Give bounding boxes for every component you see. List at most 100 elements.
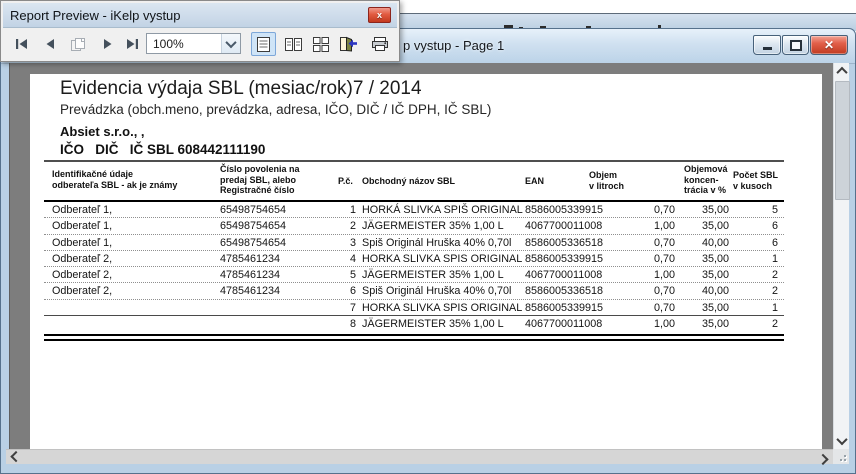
cell-row-number: 8	[324, 318, 356, 330]
cell-permit-number: 65498754654	[220, 220, 286, 232]
report-page: Evidencia výdaja SBL (mesiac/rok)7 / 201…	[30, 74, 822, 449]
chevron-down-icon	[225, 36, 236, 47]
table-row: Odberateľ 2, 4785461234 6 Spiš Originál …	[44, 283, 784, 299]
single-page-view-button[interactable]	[251, 32, 276, 56]
header-concentration: Objemová koncen- trácia v %	[684, 164, 728, 196]
cell-row-number: 3	[324, 237, 356, 249]
zoom-combobox[interactable]: 100%	[146, 33, 241, 54]
cell-row-number: 1	[324, 204, 356, 216]
previous-page-button[interactable]	[39, 32, 61, 56]
cell-count: 6	[724, 220, 778, 232]
four-page-view-button[interactable]	[308, 32, 333, 56]
grip-dot	[844, 459, 846, 461]
cell-concentration: 35,00	[673, 302, 729, 314]
restore-icon	[790, 40, 802, 51]
header-product-name: Obchodný názov SBL	[362, 176, 455, 187]
chevron-up-icon	[836, 67, 847, 78]
close-button[interactable]: ✕	[810, 35, 848, 55]
header-permit-number: Číslo povolenia na predaj SBL, alebo Reg…	[220, 164, 300, 196]
preview-window-title: Report Preview - iKelp vystup	[3, 8, 181, 23]
last-page-button[interactable]	[121, 32, 143, 56]
table-bottom-double-rule	[44, 334, 784, 341]
cell-ean: 8586005339915	[525, 204, 603, 216]
preview-close-button[interactable]: x	[368, 7, 391, 23]
single-page-view-icon	[256, 36, 271, 53]
main-window-title: p vystup - Page 1	[403, 38, 504, 53]
scroll-up-button[interactable]	[834, 63, 850, 79]
chevron-right-icon	[817, 453, 828, 464]
table-row: Odberateľ 2, 4785461234 5 JÄGERMEISTER 3…	[44, 267, 784, 283]
cell-product-name: Spiš Originál Hruška 40% 0,70l	[362, 285, 511, 297]
restore-button[interactable]	[782, 35, 809, 55]
vertical-scrollbar-thumb[interactable]	[835, 81, 850, 200]
cell-ean: 8586005339915	[525, 302, 603, 314]
resize-grip[interactable]	[833, 449, 849, 464]
close-preview-button[interactable]	[336, 32, 360, 56]
cell-permit-number: 4785461234	[220, 253, 280, 265]
cell-concentration: 35,00	[673, 269, 729, 281]
cell-count: 2	[724, 318, 778, 330]
two-page-view-button[interactable]	[281, 32, 306, 56]
cell-permit-number: 65498754654	[220, 204, 286, 216]
cell-row-number: 5	[324, 269, 356, 281]
chevron-down-icon	[836, 434, 847, 445]
chevron-left-icon	[10, 450, 21, 461]
table-row: Odberateľ 1, 65498754654 3 Spiš Originál…	[44, 235, 784, 251]
report-subtitle: Prevádzka (obch.meno, prevádzka, adresa,…	[60, 102, 491, 117]
cell-row-number: 6	[324, 285, 356, 297]
next-page-button[interactable]	[97, 32, 119, 56]
preview-titlebar[interactable]: Report Preview - iKelp vystup x	[3, 3, 397, 28]
copy-page-button[interactable]	[65, 32, 91, 56]
printer-icon	[370, 36, 390, 52]
scroll-down-button[interactable]	[834, 433, 850, 449]
cell-product-name: JÄGERMEISTER 35% 1,00 L	[362, 220, 504, 232]
cell-concentration: 35,00	[673, 253, 729, 265]
cell-customer: Odberateľ 2,	[52, 269, 112, 281]
cell-concentration: 35,00	[673, 318, 729, 330]
cell-customer: Odberateľ 1,	[52, 220, 112, 232]
cell-volume: 0,70	[604, 253, 675, 265]
combobox-dropdown-button[interactable]	[221, 34, 240, 53]
cell-product-name: HORKA SLIVKA SPIS ORIGINAL	[362, 302, 522, 314]
close-icon: x	[377, 11, 382, 20]
header-count: Počet SBL v kusoch	[733, 170, 778, 191]
header-ean: EAN	[525, 176, 544, 187]
report-company-line: Absiet s.r.o., ,	[60, 124, 145, 139]
cell-concentration: 40,00	[673, 237, 729, 249]
vertical-scrollbar[interactable]	[833, 63, 849, 449]
cell-customer: Odberateľ 1,	[52, 237, 112, 249]
cell-volume: 0,70	[604, 285, 675, 297]
header-volume: Objem v litroch	[589, 170, 624, 191]
cell-permit-number: 4785461234	[220, 285, 280, 297]
last-page-icon	[125, 38, 139, 50]
horizontal-scrollbar[interactable]	[6, 449, 833, 464]
cell-count: 2	[724, 269, 778, 281]
cell-product-name: JÄGERMEISTER 35% 1,00 L	[362, 269, 504, 281]
cell-count: 6	[724, 237, 778, 249]
header-row-number: P.č.	[338, 176, 353, 187]
scroll-left-button[interactable]	[8, 450, 24, 465]
print-button[interactable]	[367, 32, 393, 56]
scroll-right-button[interactable]	[815, 450, 831, 465]
minimize-icon	[763, 47, 772, 50]
two-page-view-icon	[284, 37, 303, 52]
cell-count: 1	[724, 253, 778, 265]
report-table: Identifikačné údaje odberateľa SBL - ak …	[44, 160, 784, 341]
cell-concentration: 35,00	[673, 204, 729, 216]
cell-row-number: 4	[324, 253, 356, 265]
cell-volume: 0,70	[604, 204, 675, 216]
four-page-view-icon	[312, 36, 330, 53]
first-page-button[interactable]	[11, 32, 33, 56]
cell-permit-number: 4785461234	[220, 269, 280, 281]
cell-count: 5	[724, 204, 778, 216]
cell-permit-number: 65498754654	[220, 237, 286, 249]
cell-customer: Odberateľ 2,	[52, 253, 112, 265]
cell-product-name: Spiš Originál Hruška 40% 0,70l	[362, 237, 511, 249]
cell-volume: 1,00	[604, 220, 675, 232]
minimize-button[interactable]	[753, 35, 781, 55]
grip-dot	[840, 459, 842, 461]
next-page-icon	[102, 38, 114, 50]
cell-product-name: JÄGERMEISTER 35% 1,00 L	[362, 318, 504, 330]
cell-customer: Odberateľ 2,	[52, 285, 112, 297]
cell-ean: 4067700011008	[525, 220, 602, 232]
